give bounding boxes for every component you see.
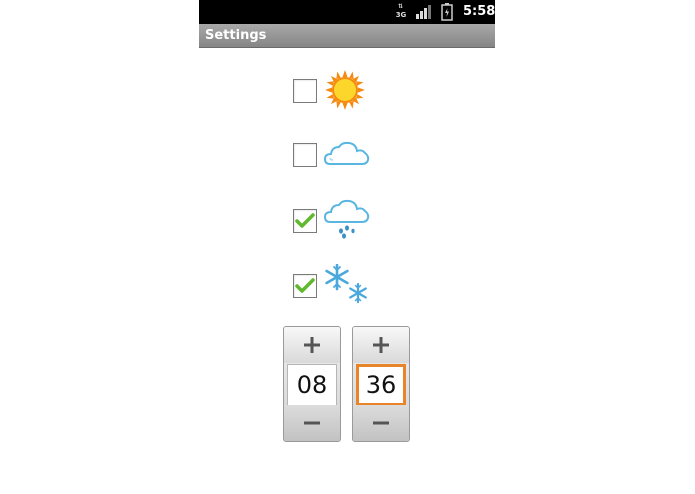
weather-option-rain[interactable] — [291, 198, 381, 239]
device-screen: ⇅ 3G 5:58 Settings 08 36 — [199, 0, 495, 494]
check-icon — [295, 278, 315, 293]
weather-option-sun[interactable] — [291, 70, 381, 110]
sun-icon — [325, 70, 365, 110]
check-icon — [295, 213, 315, 228]
minute-decrement-button[interactable] — [353, 405, 409, 441]
minus-icon — [304, 421, 320, 425]
plus-icon — [373, 337, 389, 353]
sun-checkbox[interactable] — [293, 79, 317, 103]
clock: 5:58 — [463, 4, 496, 19]
network-type-label: 3G — [395, 11, 407, 19]
hour-increment-button[interactable] — [284, 327, 340, 363]
cloud-checkbox[interactable] — [293, 143, 317, 167]
plus-icon — [304, 337, 320, 353]
battery-icon — [441, 3, 453, 21]
snow-checkbox[interactable] — [293, 274, 317, 298]
minus-icon — [373, 421, 389, 425]
minute-increment-button[interactable] — [353, 327, 409, 363]
signal-strength-icon — [416, 5, 431, 19]
rain-checkbox[interactable] — [293, 209, 317, 233]
minute-value[interactable]: 36 — [356, 364, 406, 406]
cloud-icon — [324, 141, 370, 165]
weather-option-cloud[interactable] — [291, 136, 381, 176]
hour-decrement-button[interactable] — [284, 405, 340, 441]
title-bar: Settings — [199, 24, 495, 48]
page-title: Settings — [205, 28, 267, 43]
snow-icon — [325, 264, 367, 304]
minute-picker[interactable]: 36 — [352, 326, 410, 442]
rain-icon — [324, 199, 370, 239]
network-3g-icon: ⇅ 3G — [395, 3, 407, 19]
hour-value[interactable]: 08 — [287, 364, 337, 406]
weather-option-snow[interactable] — [291, 262, 381, 304]
hour-picker[interactable]: 08 — [283, 326, 341, 442]
status-bar: ⇅ 3G 5:58 — [199, 0, 495, 24]
